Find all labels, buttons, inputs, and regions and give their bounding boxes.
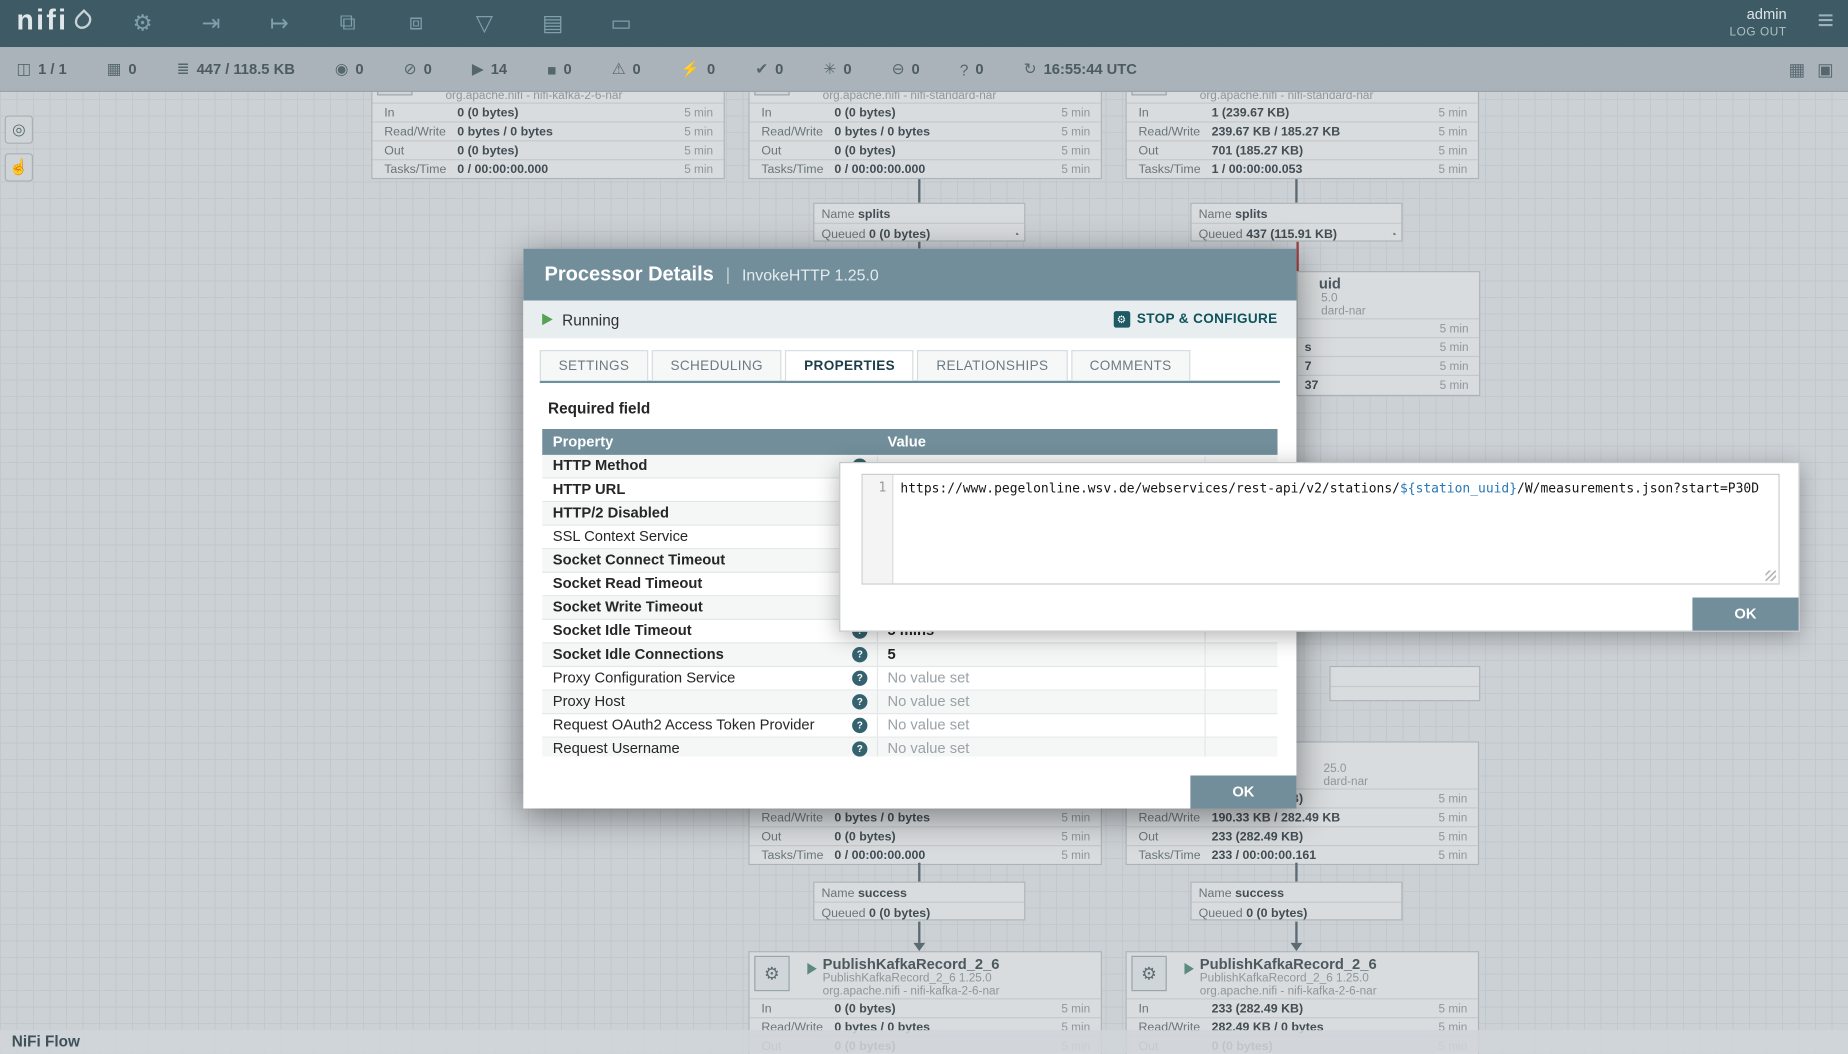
run-status-icon [807,963,816,975]
value-column-header: Value [878,429,1206,455]
help-icon[interactable]: ? [852,694,867,709]
template-tool-icon[interactable]: ▤ [537,10,568,37]
running-count-icon: ▶ [472,60,484,79]
birdseye-icon[interactable]: ▦ [1789,59,1806,80]
running-state-icon [542,313,553,325]
property-row: Proxy Host?No value set [542,691,1277,715]
queue-percent-icon: ◔ [1390,226,1396,244]
nifi-drop-icon [71,9,94,32]
breadcrumb-bar: NiFi Flow [0,1030,1848,1054]
connection-label[interactable]: Namesplits Queued437 (115.91 KB)◔ [1190,203,1402,242]
stopped-count-icon: ■ [547,61,556,79]
property-value[interactable]: No value set [878,667,1206,689]
logout-link[interactable]: LOG OUT [1730,26,1787,39]
connection-line [918,922,920,943]
stop-and-configure-button[interactable]: ⚙ STOP & CONFIGURE [1113,311,1277,327]
tab-relationships[interactable]: RELATIONSHIPS [917,350,1067,381]
breadcrumb[interactable]: NiFi Flow [12,1032,80,1050]
property-row: Request OAuth2 Access Token Provider?No … [542,714,1277,738]
line-number-gutter: 1 [863,475,894,583]
property-value[interactable]: No value set [878,738,1206,757]
resize-handle-icon[interactable] [1765,570,1776,581]
connection-line-backpressure [1296,242,1298,271]
navigate-icon: ◎ [12,120,25,138]
cluster-icon: ◫ [16,60,30,79]
running-state-label: Running [562,311,619,329]
navigate-button[interactable]: ◎ [5,115,33,143]
dialog-ok-button[interactable]: OK [1190,775,1296,808]
unversioned-icon: ? [960,61,969,79]
connection-line [1295,863,1297,882]
connection-line [1295,922,1297,943]
output-port-tool-icon[interactable]: ↦ [264,10,295,37]
connection-line [918,179,920,203]
dialog-tabs: SETTINGS SCHEDULING PROPERTIES RELATIONS… [540,350,1280,383]
label-tool-icon[interactable]: ▭ [606,10,637,37]
refresh-icon[interactable]: ↻ [1024,60,1037,79]
transmitting-icon: ◉ [335,60,348,79]
disabled-count-icon: ⚡ [681,60,700,79]
property-column-header: Property [542,429,878,455]
expression-language-token: ${station_uuid} [1400,481,1517,496]
connection-label[interactable]: Namesuccess Queued0 (0 bytes) [1190,882,1402,921]
help-icon[interactable]: ? [852,671,867,686]
help-icon[interactable]: ? [852,741,867,756]
processor-icon: ⚙ [1131,956,1166,991]
connection-arrowhead-icon [1291,943,1303,951]
status-bar: ◫1 / 1 ▦0 ≣447 / 118.5 KB ◉0 ⊘0 ▶14 ■0 ⚠… [0,47,1848,92]
up-to-date-icon: ✔ [755,60,768,79]
not-transmitting-icon: ⊘ [404,60,417,79]
connection-arrowhead-icon [913,943,925,951]
connection-line [918,863,920,882]
connection-line [1295,179,1297,203]
property-value[interactable]: 5 [878,643,1206,665]
nifi-logo: nifi [16,5,90,38]
stop-configure-icon: ⚙ [1113,311,1130,327]
dialog-header: Processor Details | InvokeHTTP 1.25.0 [523,249,1296,301]
property-value[interactable]: No value set [878,691,1206,713]
tab-properties[interactable]: PROPERTIES [785,350,914,381]
property-value[interactable]: No value set [878,714,1206,736]
property-row: Request Username?No value set [542,738,1277,757]
processor-node[interactable]: uid 5.0 dard-nar 5 min s5 min 75 min 375… [1296,271,1480,396]
invalid-count-icon: ⚠ [612,60,626,79]
help-icon[interactable]: ? [852,647,867,662]
tab-settings[interactable]: SETTINGS [540,350,648,381]
component-toolbar: ⚙ ⇥ ↦ ⧉ ⧈ ▽ ▤ ▭ [127,0,636,47]
active-threads-icon: ▦ [107,60,121,79]
connection-label[interactable]: Namesplits Queued0 (0 bytes)◔ [813,203,1025,242]
expression-editor[interactable]: 1 https://www.pegelonline.wsv.de/webserv… [862,474,1780,585]
funnel-tool-icon[interactable]: ▽ [469,10,500,37]
run-status-icon [1184,963,1193,975]
stale-icon: ⊖ [892,60,905,79]
processor-tool-icon[interactable]: ⚙ [127,10,158,37]
queue-percent-icon: ◔ [1013,226,1019,244]
locally-modified-icon: ✳ [823,60,836,79]
remote-process-group-tool-icon[interactable]: ⧈ [401,11,432,37]
last-refresh-time: 16:55:44 UTC [1044,61,1137,77]
required-field-note: Required field [548,400,1296,418]
property-row: Socket Idle Connections?5 [542,643,1277,667]
property-row: Proxy Configuration Service?No value set [542,667,1277,691]
processor-icon: ⚙ [754,956,789,991]
process-group-tool-icon[interactable]: ⧉ [332,11,363,37]
dialog-title: Processor Details [544,263,713,287]
value-editor-popup: 1 https://www.pegelonline.wsv.de/webserv… [839,462,1800,632]
tab-scheduling[interactable]: SCHEDULING [652,350,782,381]
tab-comments[interactable]: COMMENTS [1071,350,1191,381]
connection-label[interactable]: Namesuccess Queued0 (0 bytes) [813,882,1025,921]
global-menu-icon[interactable]: ≡ [1817,5,1834,38]
flow-status-panel-icon[interactable]: ▣ [1817,59,1834,80]
pan-button[interactable]: ☝ [5,153,33,181]
queued-icon: ≣ [177,60,190,79]
pan-icon: ☝ [9,158,28,176]
app-header: nifi ⚙ ⇥ ↦ ⧉ ⧈ ▽ ▤ ▭ admin LOG OUT ≡ [0,0,1848,47]
help-icon[interactable]: ? [852,718,867,733]
dialog-subtitle: InvokeHTTP 1.25.0 [742,266,879,284]
editor-text[interactable]: https://www.pegelonline.wsv.de/webservic… [893,475,1778,583]
input-port-tool-icon[interactable]: ⇥ [196,10,227,37]
connection-label[interactable] [1329,666,1480,701]
editor-ok-button[interactable]: OK [1692,598,1798,631]
current-user: admin [1730,6,1787,22]
